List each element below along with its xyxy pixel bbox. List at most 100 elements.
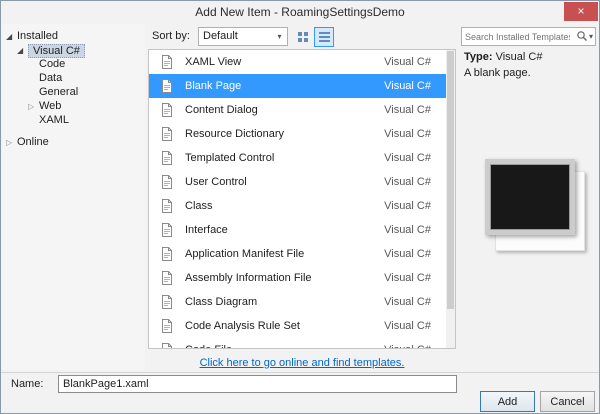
sort-dropdown[interactable]: Default ▾ [198, 27, 288, 46]
tree-item-general[interactable]: General [6, 86, 143, 99]
add-button[interactable]: Add [480, 391, 535, 412]
template-name: Blank Page [185, 80, 242, 92]
template-language: Visual C# [384, 296, 431, 308]
medium-icons-view-button[interactable] [293, 27, 313, 47]
tree-item-label: Online [17, 136, 49, 148]
tree-item-visual-csharp[interactable]: ◢ Visual C# [6, 43, 143, 58]
template-language: Visual C# [384, 176, 431, 188]
templated-control-icon [159, 150, 175, 166]
sort-by-label: Sort by: [152, 30, 190, 42]
xaml-view-icon [159, 54, 175, 70]
chevron-down-icon[interactable]: ▾ [589, 32, 593, 41]
template-item-application-manifest-file[interactable]: Application Manifest File Visual C# [149, 242, 455, 266]
preview-frame [485, 159, 575, 235]
template-language: Visual C# [384, 272, 431, 284]
selected-category-highlight: Visual C# [28, 43, 85, 58]
title-bar: Add New Item - RoamingSettingsDemo × [1, 1, 599, 23]
cancel-button[interactable]: Cancel [540, 391, 595, 412]
template-item-code-file[interactable]: Code FileVisual C# [149, 338, 455, 348]
template-list: XAML View Visual C# Blank Page Visual C# Con… [148, 49, 456, 349]
tree-item-code[interactable]: Code [6, 58, 143, 71]
template-language: Visual C# [384, 56, 431, 68]
template-language: Visual C# [384, 128, 431, 140]
add-new-item-dialog: Add New Item - RoamingSettingsDemo × ◢ I… [0, 0, 600, 414]
type-label: Type: [464, 51, 493, 63]
search-icon[interactable] [576, 30, 588, 42]
interface-icon [159, 222, 175, 238]
small-icons-view-button[interactable] [314, 27, 334, 47]
template-name: Class Diagram [185, 296, 258, 308]
close-icon: × [577, 4, 585, 18]
tree-item-label: Data [39, 72, 63, 84]
footer-separator [1, 372, 599, 373]
tree-item-installed[interactable]: ◢ Installed [6, 30, 143, 43]
collapsed-arrow-icon[interactable]: ▷ [28, 100, 39, 113]
template-name: Code Analysis Rule Set [185, 320, 300, 332]
online-templates-link[interactable]: Click here to go online and find templat… [200, 357, 405, 369]
template-item-assembly-information-file[interactable]: Assembly Information File Visual C# [149, 266, 455, 290]
chevron-down-icon: ▾ [277, 32, 282, 41]
category-tree: ◢ Installed ◢ Visual C# Code Data General ▷… [6, 30, 143, 150]
template-type-line: Type: Visual C# [464, 51, 542, 63]
template-language: Visual C# [384, 200, 431, 212]
dialog-title: Add New Item - RoamingSettingsDemo [195, 5, 405, 19]
template-name: XAML View [185, 56, 242, 68]
template-name: Assembly Information File [185, 272, 312, 284]
tree-children: Code Data General ▷ Web XAML [6, 58, 143, 127]
grid-view-icon [298, 31, 302, 36]
user-control-icon [159, 174, 175, 190]
search-box: ▾ [461, 27, 596, 46]
collapsed-arrow-icon[interactable]: ▷ [6, 136, 17, 149]
resource-dictionary-icon [159, 126, 175, 142]
template-name: Resource Dictionary [185, 128, 285, 140]
tree-item-data[interactable]: Data [6, 72, 143, 85]
search-input[interactable] [462, 28, 570, 45]
template-language: Visual C# [384, 80, 431, 92]
template-item-blank-page[interactable]: Blank Page Visual C# [149, 74, 455, 98]
template-item-xaml-view[interactable]: XAML View Visual C# [149, 50, 455, 74]
tree-item-label: Visual C# [33, 44, 80, 57]
item-name-input[interactable] [58, 375, 457, 393]
online-templates-link-row: Click here to go online and find templat… [148, 353, 456, 371]
template-language: Visual C# [384, 152, 431, 164]
template-language: Visual C# [384, 224, 431, 236]
class-icon [159, 198, 175, 214]
search-icons: ▾ [576, 30, 593, 42]
scrollbar[interactable] [446, 50, 455, 348]
close-button[interactable]: × [564, 2, 598, 21]
code-analysis-rule-set-icon [159, 318, 175, 334]
blank-page-icon [159, 78, 175, 94]
template-item-content-dialog[interactable]: Content Dialog Visual C# [149, 98, 455, 122]
tree-item-label: Code [39, 58, 66, 70]
template-name: User Control [185, 176, 247, 188]
template-item-code-analysis-rule-set[interactable]: Code Analysis Rule Set Visual C# [149, 314, 455, 338]
template-item-interface[interactable]: Interface Visual C# [149, 218, 455, 242]
template-item-resource-dictionary[interactable]: Resource Dictionary Visual C# [149, 122, 455, 146]
name-label: Name: [11, 378, 44, 390]
preview-thumbnail [490, 164, 570, 230]
tree-item-label: Web [39, 100, 62, 112]
tree-item-web[interactable]: ▷ Web [6, 100, 143, 113]
template-item-class-diagram[interactable]: Class Diagram Visual C# [149, 290, 455, 314]
application-manifest-file-icon [159, 246, 175, 262]
expanded-arrow-icon[interactable]: ◢ [6, 30, 17, 43]
template-language: Visual C# [384, 344, 431, 348]
template-name: Code File [185, 344, 384, 348]
template-item-user-control[interactable]: User Control Visual C# [149, 170, 455, 194]
template-language: Visual C# [384, 104, 431, 116]
template-name: Templated Control [185, 152, 275, 164]
assembly-information-file-icon [159, 270, 175, 286]
tree-item-online[interactable]: ▷ Online [6, 136, 143, 149]
scrollbar-thumb[interactable] [447, 51, 454, 309]
tree-item-xaml[interactable]: XAML [6, 114, 143, 127]
type-value: Visual C# [495, 51, 543, 63]
content-dialog-icon [159, 102, 175, 118]
template-item-templated-control[interactable]: Templated Control Visual C# [149, 146, 455, 170]
template-item-class[interactable]: Class Visual C# [149, 194, 455, 218]
template-name: Content Dialog [185, 104, 258, 116]
expanded-arrow-icon[interactable]: ◢ [17, 44, 28, 57]
template-language: Visual C# [384, 320, 431, 332]
template-preview [485, 159, 589, 255]
tree-item-label: Installed [17, 30, 58, 42]
template-language: Visual C# [384, 248, 431, 260]
